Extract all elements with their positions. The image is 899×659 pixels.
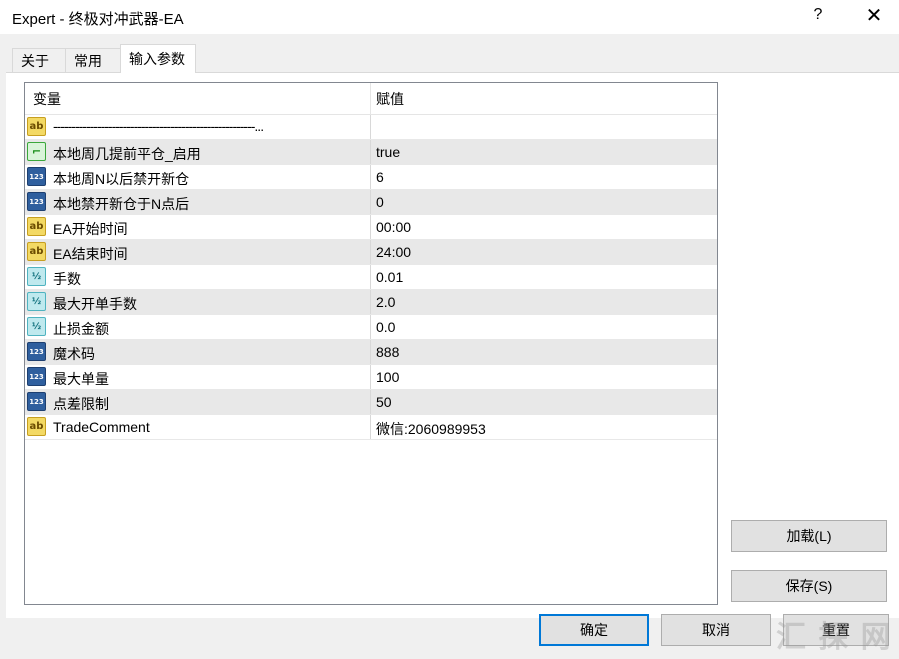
close-button[interactable]: ✕: [862, 3, 886, 28]
parameter-name: 手数: [53, 271, 81, 287]
int-icon: 123: [27, 392, 46, 411]
parameter-value[interactable]: 24:00: [376, 244, 411, 260]
bool-icon: ⌐: [27, 142, 46, 161]
column-divider[interactable]: [370, 83, 371, 114]
parameter-name: ----------------------------------------…: [53, 118, 264, 134]
parameter-value[interactable]: 6: [376, 169, 384, 185]
cell-divider: [370, 140, 371, 164]
table-row[interactable]: 123 本地周N以后禁开新仓 6: [25, 165, 717, 190]
parameter-name: EA开始时间: [53, 221, 128, 237]
int-icon: 123: [27, 192, 46, 211]
window-title: Expert - 终极对冲武器-EA: [12, 11, 184, 28]
cell-divider: [370, 390, 371, 414]
cell-divider: [370, 240, 371, 264]
ab-string-icon: ab: [27, 117, 46, 136]
parameter-name: 本地周几提前平仓_启用: [53, 146, 201, 162]
parameter-name: EA结束时间: [53, 246, 128, 262]
parameter-value[interactable]: 0: [376, 194, 384, 210]
cell-divider: [370, 165, 371, 189]
cell-divider: [370, 365, 371, 389]
int-icon: 123: [27, 342, 46, 361]
save-button[interactable]: 保存(S): [731, 570, 887, 602]
parameter-name: 止损金额: [53, 321, 109, 337]
table-row[interactable]: ab TradeComment 微信:2060989953: [25, 415, 717, 440]
parameter-value[interactable]: 888: [376, 344, 399, 360]
ok-button[interactable]: 确定: [539, 614, 649, 646]
parameter-name: 最大开单手数: [53, 296, 137, 312]
table-row[interactable]: ½ 最大开单手数 2.0: [25, 290, 717, 315]
parameter-value[interactable]: 0.01: [376, 269, 403, 285]
table-row[interactable]: ⌐ 本地周几提前平仓_启用 true: [25, 140, 717, 165]
watermark-logo: 汇 探 网: [776, 621, 893, 654]
grid-header: 变量 赋值: [25, 83, 717, 115]
cell-divider: [370, 290, 371, 314]
ab-string-icon: ab: [27, 417, 46, 436]
tab-inputs[interactable]: 输入参数: [120, 44, 196, 73]
parameter-name: 最大单量: [53, 371, 109, 387]
cell-divider: [370, 265, 371, 289]
column-header-value[interactable]: 赋值: [376, 89, 404, 109]
parameter-value[interactable]: true: [376, 144, 400, 160]
table-row[interactable]: ab --------------------------------------…: [25, 115, 717, 140]
cell-divider: [370, 315, 371, 339]
grid-rows: ab --------------------------------------…: [25, 115, 717, 440]
parameter-value[interactable]: 微信:2060989953: [376, 419, 486, 439]
load-button[interactable]: 加载(L): [731, 520, 887, 552]
cell-divider: [370, 415, 371, 439]
int-icon: 123: [27, 367, 46, 386]
cell-divider: [370, 215, 371, 239]
table-row[interactable]: ab EA结束时间 24:00: [25, 240, 717, 265]
parameter-name: 本地周N以后禁开新仓: [53, 171, 190, 187]
tab-about[interactable]: 关于: [12, 48, 66, 72]
title-bar: Expert - 终极对冲武器-EA ? ✕: [0, 0, 899, 34]
int-icon: 123: [27, 167, 46, 186]
double-icon: ½: [27, 267, 46, 286]
parameters-grid: 变量 赋值 ab --------------------------------…: [24, 82, 718, 605]
table-row[interactable]: 123 点差限制 50: [25, 390, 717, 415]
parameter-name: 魔术码: [53, 346, 95, 362]
table-row[interactable]: ½ 止损金额 0.0: [25, 315, 717, 340]
ab-string-icon: ab: [27, 217, 46, 236]
parameter-value[interactable]: 00:00: [376, 219, 411, 235]
ab-string-icon: ab: [27, 242, 46, 261]
tab-common[interactable]: 常用: [65, 48, 121, 72]
cell-divider: [370, 190, 371, 214]
table-row[interactable]: 123 最大单量 100: [25, 365, 717, 390]
parameter-name: 本地禁开新仓于N点后: [53, 196, 190, 212]
parameter-name: 点差限制: [53, 396, 109, 412]
parameter-value[interactable]: 100: [376, 369, 399, 385]
parameter-name: TradeComment: [53, 419, 150, 435]
table-row[interactable]: ½ 手数 0.01: [25, 265, 717, 290]
cell-divider: [370, 340, 371, 364]
double-icon: ½: [27, 317, 46, 336]
column-header-variable[interactable]: 变量: [33, 89, 61, 109]
parameter-value[interactable]: 50: [376, 394, 392, 410]
table-row[interactable]: 123 本地禁开新仓于N点后 0: [25, 190, 717, 215]
table-row[interactable]: ab EA开始时间 00:00: [25, 215, 717, 240]
parameter-value[interactable]: 2.0: [376, 294, 395, 310]
double-icon: ½: [27, 292, 46, 311]
parameter-value[interactable]: 0.0: [376, 319, 395, 335]
cancel-button[interactable]: 取消: [661, 614, 771, 646]
cell-divider: [370, 115, 371, 139]
help-button[interactable]: ?: [808, 6, 828, 24]
table-row[interactable]: 123 魔术码 888: [25, 340, 717, 365]
